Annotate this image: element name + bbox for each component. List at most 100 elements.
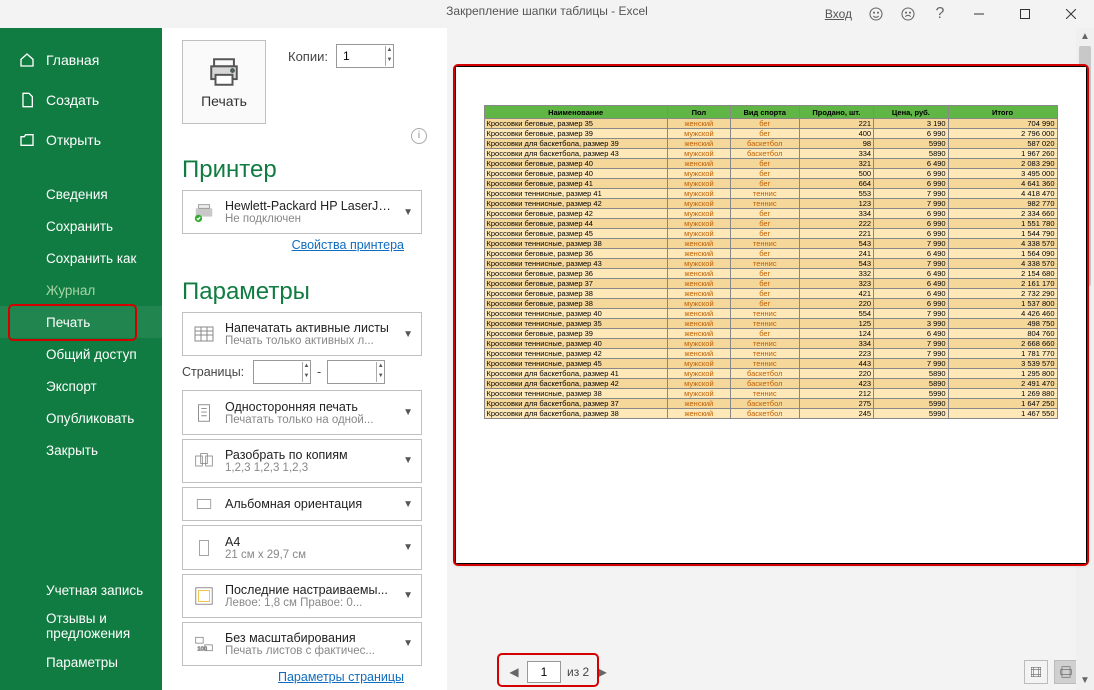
sidebar-label: Отзывы и предложения bbox=[46, 611, 144, 641]
dd-line2: Печать листов с фактичес... bbox=[225, 645, 395, 657]
print-button[interactable]: Печать bbox=[182, 40, 266, 124]
copies-input[interactable] bbox=[337, 47, 385, 65]
chevron-down-icon: ▼ bbox=[403, 499, 413, 510]
sidebar-item-print[interactable]: Печать bbox=[0, 306, 162, 338]
copies-label: Копии: bbox=[288, 49, 328, 64]
sidebar-item-save[interactable]: Сохранить bbox=[0, 210, 162, 242]
svg-text:100: 100 bbox=[197, 647, 207, 653]
print-what-dropdown[interactable]: Напечатать активные листыПечать только а… bbox=[182, 312, 422, 356]
single-side-icon bbox=[191, 400, 217, 426]
table-row: Кроссовки теннисные, размер 35женскийтен… bbox=[484, 319, 1057, 329]
pages-from-spinner[interactable]: ▲▼ bbox=[253, 360, 311, 384]
copies-up[interactable]: ▲ bbox=[386, 46, 393, 56]
printer-dropdown[interactable]: Hewlett-Packard HP LaserJe...Не подключе… bbox=[182, 190, 422, 234]
table-row: Кроссовки беговые, размер 36женскийбег24… bbox=[484, 249, 1057, 259]
open-icon bbox=[18, 131, 36, 149]
sidebar-label: Создать bbox=[46, 92, 99, 108]
show-margins-button[interactable] bbox=[1024, 660, 1048, 684]
preview-page: НаименованиеПолВид спортаПродано, шт.Цен… bbox=[455, 66, 1087, 564]
backstage-sidebar: Главная Создать Открыть Сведения Сохрани… bbox=[0, 28, 162, 690]
sidebar-label: Сведения bbox=[46, 187, 108, 202]
collate-dropdown[interactable]: Разобрать по копиям1,2,3 1,2,3 1,2,3 ▼ bbox=[182, 439, 422, 483]
table-row: Кроссовки теннисные, размер 38женскийтен… bbox=[484, 239, 1057, 249]
sidebar-item-home[interactable]: Главная bbox=[0, 40, 162, 80]
sidebar-item-export[interactable]: Экспорт bbox=[0, 370, 162, 402]
table-row: Кроссовки беговые, размер 41мужскойбег66… bbox=[484, 179, 1057, 189]
sidebar-item-account[interactable]: Учетная запись bbox=[0, 574, 162, 606]
table-row: Кроссовки для баскетбола, размер 38женск… bbox=[484, 409, 1057, 419]
zoom-to-page-button[interactable] bbox=[1054, 660, 1078, 684]
sidebar-item-share[interactable]: Общий доступ bbox=[0, 338, 162, 370]
dd-line1: Односторонняя печать bbox=[225, 400, 395, 414]
table-row: Кроссовки беговые, размер 40женскийбег32… bbox=[484, 159, 1057, 169]
copies-down[interactable]: ▼ bbox=[386, 56, 393, 66]
dd-line2: Печатать только на одной... bbox=[225, 414, 395, 426]
margins-dropdown[interactable]: Последние настраиваемы...Левое: 1,8 см П… bbox=[182, 574, 422, 618]
pages-to-spinner[interactable]: ▲▼ bbox=[327, 360, 385, 384]
sidebar-label: Опубликовать bbox=[46, 411, 134, 426]
collate-icon bbox=[191, 448, 217, 474]
prev-page-button[interactable]: ◀ bbox=[507, 665, 521, 679]
sidebar-item-history: Журнал bbox=[0, 274, 162, 306]
sidebar-label: Печать bbox=[46, 315, 90, 330]
sidebar-item-close[interactable]: Закрыть bbox=[0, 434, 162, 466]
paper-dropdown[interactable]: A421 см x 29,7 см ▼ bbox=[182, 525, 422, 569]
dd-line2: Печать только активных л... bbox=[225, 335, 395, 347]
table-row: Кроссовки беговые, размер 38женскийбег42… bbox=[484, 289, 1057, 299]
sides-dropdown[interactable]: Односторонняя печатьПечатать только на о… bbox=[182, 390, 422, 434]
table-row: Кроссовки беговые, размер 37женскийбег32… bbox=[484, 279, 1057, 289]
chevron-down-icon: ▼ bbox=[403, 542, 413, 553]
table-row: Кроссовки теннисные, размер 38мужскойтен… bbox=[484, 389, 1057, 399]
pages-to-input[interactable] bbox=[328, 363, 376, 381]
dd-line2: 21 см x 29,7 см bbox=[225, 549, 395, 561]
sidebar-item-feedback[interactable]: Отзывы и предложения bbox=[0, 606, 162, 646]
chevron-down-icon: ▼ bbox=[403, 455, 413, 466]
page-setup-link[interactable]: Параметры страницы bbox=[182, 670, 404, 684]
printer-name: Hewlett-Packard HP LaserJe... bbox=[225, 199, 395, 213]
pages-sep: - bbox=[317, 365, 321, 379]
pages-from-input[interactable] bbox=[254, 363, 302, 381]
new-icon bbox=[18, 91, 36, 109]
sidebar-label: Сохранить как bbox=[46, 251, 136, 266]
print-preview-panel: ▲ ▼ НаименованиеПолВид спортаПродано, шт… bbox=[447, 28, 1094, 690]
info-icon[interactable]: i bbox=[411, 128, 427, 144]
sidebar-item-save-as[interactable]: Сохранить как bbox=[0, 242, 162, 274]
sad-icon[interactable] bbox=[892, 0, 924, 28]
chevron-down-icon: ▼ bbox=[403, 407, 413, 418]
chevron-down-icon: ▼ bbox=[403, 638, 413, 649]
maximize-button[interactable] bbox=[1002, 0, 1048, 28]
table-row: Кроссовки теннисные, размер 41мужскойтен… bbox=[484, 189, 1057, 199]
dd-line1: Напечатать активные листы bbox=[225, 321, 395, 335]
sidebar-item-create[interactable]: Создать bbox=[0, 80, 162, 120]
printer-properties-link[interactable]: Свойства принтера bbox=[182, 238, 404, 252]
sidebar-label: Закрыть bbox=[46, 443, 98, 458]
scaling-dropdown[interactable]: 100 Без масштабированияПечать листов с ф… bbox=[182, 622, 422, 666]
login-link[interactable]: Вход bbox=[825, 7, 852, 21]
sidebar-item-info[interactable]: Сведения bbox=[0, 178, 162, 210]
dd-line1: Последние настраиваемы... bbox=[225, 583, 395, 597]
copies-spinner[interactable]: ▲▼ bbox=[336, 44, 394, 68]
sidebar-item-options[interactable]: Параметры bbox=[0, 646, 162, 678]
next-page-button[interactable]: ▶ bbox=[595, 665, 609, 679]
dd-line1: Альбомная ориентация bbox=[225, 497, 395, 511]
help-icon[interactable]: ? bbox=[924, 0, 956, 28]
print-button-label: Печать bbox=[201, 93, 247, 109]
landscape-icon bbox=[191, 491, 217, 517]
dd-line1: Без масштабирования bbox=[225, 631, 395, 645]
table-row: Кроссовки теннисные, размер 40мужскойтен… bbox=[484, 339, 1057, 349]
table-row: Кроссовки для баскетбола, размер 43мужск… bbox=[484, 149, 1057, 159]
close-button[interactable] bbox=[1048, 0, 1094, 28]
scroll-down[interactable]: ▼ bbox=[1076, 672, 1094, 690]
sidebar-item-open[interactable]: Открыть bbox=[0, 120, 162, 160]
current-page-input[interactable] bbox=[527, 661, 561, 683]
sidebar-item-publish[interactable]: Опубликовать bbox=[0, 402, 162, 434]
orientation-dropdown[interactable]: Альбомная ориентация ▼ bbox=[182, 487, 422, 522]
smile-icon[interactable] bbox=[860, 0, 892, 28]
printer-status: Не подключен bbox=[225, 213, 395, 225]
table-row: Кроссовки для баскетбола, размер 41мужск… bbox=[484, 369, 1057, 379]
minimize-button[interactable] bbox=[956, 0, 1002, 28]
paper-icon bbox=[191, 535, 217, 561]
chevron-down-icon: ▼ bbox=[403, 329, 413, 340]
table-header-cell: Наименование bbox=[484, 106, 667, 119]
table-row: Кроссовки беговые, размер 45мужскойбег22… bbox=[484, 229, 1057, 239]
